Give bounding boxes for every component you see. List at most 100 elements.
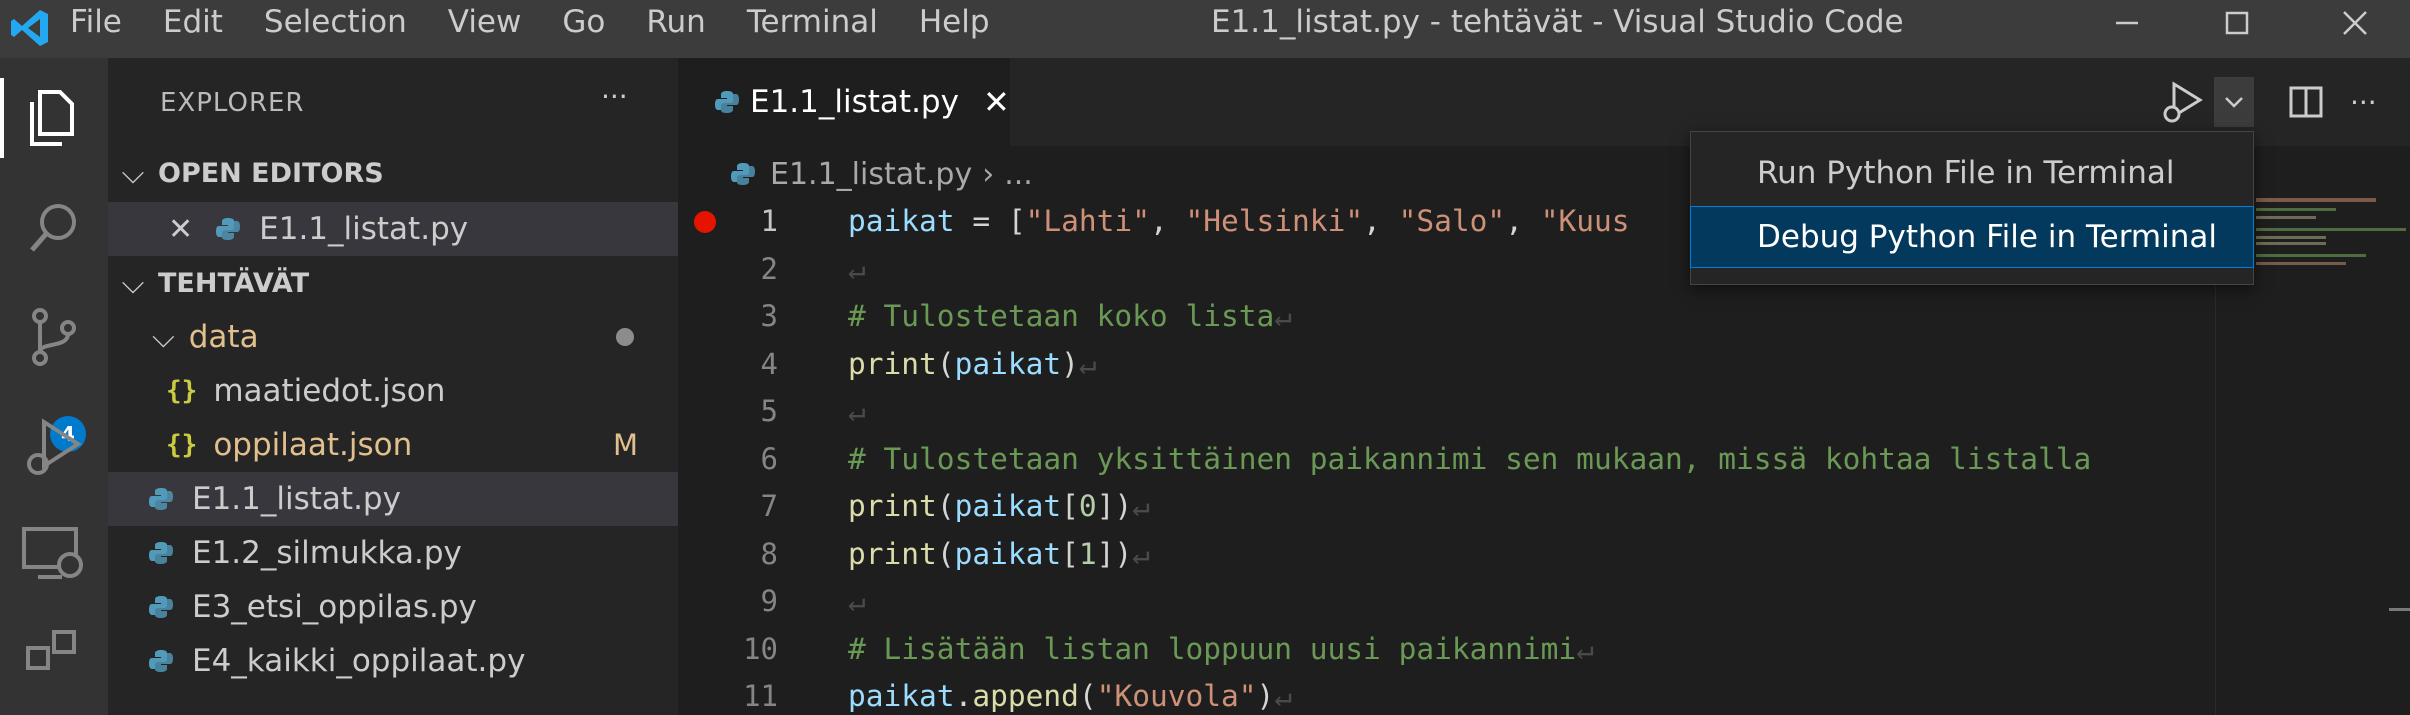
file-name: E4_kaikki_oppilaat.py [192, 643, 526, 679]
gutter-line: 9 [678, 578, 808, 626]
gutter-line: 11 [678, 673, 808, 715]
title-bar: File Edit Selection View Go Run Terminal… [0, 0, 2410, 58]
menu-item-run-python-file[interactable]: Run Python File in Terminal [1691, 143, 2253, 203]
open-editors-label: OPEN EDITORS [158, 157, 384, 189]
explorer-icon[interactable] [14, 78, 94, 158]
vscode-logo-icon [11, 10, 48, 46]
run-debug-icon [2163, 81, 2203, 123]
line-number: 11 [743, 679, 778, 713]
python-file-icon [149, 488, 173, 510]
close-window-button[interactable] [2310, 0, 2400, 45]
remote-explorer-icon[interactable] [14, 513, 94, 593]
line-number: 4 [760, 346, 778, 381]
code-line: paikat = ["Lahti", "Helsinki", "Salo", "… [848, 204, 1630, 238]
code-line: ↵ [848, 394, 866, 428]
file-item[interactable]: {} oppilaat.json M [108, 418, 678, 472]
file-name: E3_etsi_oppilas.py [192, 589, 477, 625]
file-item[interactable]: E3_etsi_oppilas.py [108, 580, 678, 634]
minimap-line [2256, 216, 2316, 219]
close-icon [2343, 10, 2367, 35]
file-item[interactable]: E4_kaikki_oppilaat.py [108, 634, 678, 688]
chevron-down-icon: ⌵ [152, 319, 175, 355]
gutter-line: 4 [678, 341, 808, 389]
minimap-line [2256, 228, 2406, 231]
folder-data[interactable]: ⌵ data [108, 310, 678, 364]
python-file-icon [149, 650, 173, 672]
line-number: 10 [743, 631, 778, 666]
open-editors-header[interactable]: ⌵ OPEN EDITORS [108, 146, 678, 200]
minimap-line [2256, 242, 2326, 245]
menu-run[interactable]: Run [646, 0, 705, 45]
menu-selection[interactable]: Selection [264, 0, 407, 45]
more-actions-icon[interactable]: ··· [2350, 58, 2377, 146]
open-editor-filename: E1.1_listat.py [259, 211, 469, 247]
close-editor-icon[interactable]: ✕ [168, 212, 193, 247]
menu-item-debug-python-file[interactable]: Debug Python File in Terminal [1690, 206, 2254, 268]
gutter-line: 7 [678, 483, 808, 531]
python-file-icon [149, 596, 173, 618]
chevron-right-icon: › [982, 156, 995, 192]
modified-dot [616, 328, 634, 346]
maximize-button[interactable] [2192, 0, 2282, 45]
run-debug-icon[interactable] [14, 408, 94, 488]
menu-terminal[interactable]: Terminal [747, 0, 878, 45]
workspace-header[interactable]: ⌵ TEHTÄVÄT [108, 256, 678, 310]
menu-view[interactable]: View [448, 0, 522, 45]
source-control-icon[interactable] [14, 298, 94, 378]
code-line: print(paikat[1])↵ [848, 536, 1150, 571]
line-number: 9 [760, 584, 778, 618]
explorer-more-icon[interactable]: ··· [601, 80, 628, 113]
minimize-icon [2116, 21, 2138, 24]
active-indicator [0, 78, 4, 158]
chevron-down-icon [2214, 77, 2254, 127]
file-item[interactable]: {} maatiedot.json [108, 364, 678, 418]
line-number: 7 [760, 489, 778, 523]
menu-file[interactable]: File [70, 0, 122, 45]
breadcrumb-file[interactable]: E1.1_listat.py [770, 157, 972, 192]
line-number: 8 [760, 536, 778, 571]
breadcrumb: E1.1_listat.py › ... [730, 150, 1033, 198]
minimap-line [2256, 236, 2326, 239]
menu-help[interactable]: Help [919, 0, 990, 45]
minimize-button[interactable] [2082, 0, 2172, 45]
file-item[interactable]: E1.1_listat.py [108, 472, 678, 526]
line-number: 1 [760, 204, 778, 238]
line-number: 5 [760, 394, 778, 428]
file-name: E1.2_silmukka.py [192, 535, 462, 571]
code-line: # Tulostetaan koko lista↵ [848, 299, 1293, 333]
code-line: paikat.append("Kouvola")↵ [848, 679, 1293, 713]
maximize-icon [2225, 11, 2249, 34]
workspace-label: TEHTÄVÄT [158, 267, 310, 299]
code-line: print(paikat)↵ [848, 346, 1097, 381]
menu-go[interactable]: Go [562, 0, 605, 45]
json-file-icon: {} [166, 376, 198, 406]
code-line: # Tulostetaan yksittäinen paikannimi sen… [848, 441, 2092, 476]
minimap-line [2256, 208, 2336, 211]
code-line: # Lisätään listan loppuun uusi paikannim… [848, 631, 1594, 666]
code-line: ↵ [848, 251, 866, 286]
minimap-line [2256, 198, 2376, 202]
extensions-icon[interactable] [14, 618, 94, 698]
gutter-line: 1 [678, 198, 808, 246]
split-editor-icon [2289, 86, 2323, 118]
search-icon[interactable] [14, 188, 94, 268]
line-number: 2 [760, 251, 778, 286]
file-name: maatiedot.json [213, 373, 446, 409]
menu-edit[interactable]: Edit [163, 0, 223, 45]
explorer-title: EXPLORER [160, 88, 305, 118]
tab-close-icon[interactable]: ✕ [983, 83, 1010, 121]
breadcrumb-symbol[interactable]: ... [1004, 157, 1033, 192]
file-item[interactable]: E1.2_silmukka.py [108, 526, 678, 580]
tab-e1-1-listat[interactable]: E1.1_listat.py ✕ [678, 58, 1010, 146]
open-editor-item[interactable]: ✕ E1.1_listat.py [108, 202, 678, 256]
modified-badge: M [612, 428, 638, 462]
gutter-line: 5 [678, 388, 808, 436]
breakpoint-icon[interactable] [694, 211, 716, 233]
file-name: E1.1_listat.py [192, 481, 401, 517]
window-title: E1.1_listat.py - tehtävät - Visual Studi… [1211, 4, 1904, 40]
activity-bar: 4 [0, 58, 108, 715]
file-name: oppilaat.json [213, 427, 413, 463]
tab-label: E1.1_listat.py [750, 84, 959, 120]
python-file-icon [731, 163, 755, 185]
split-editor-button[interactable] [2288, 58, 2324, 146]
